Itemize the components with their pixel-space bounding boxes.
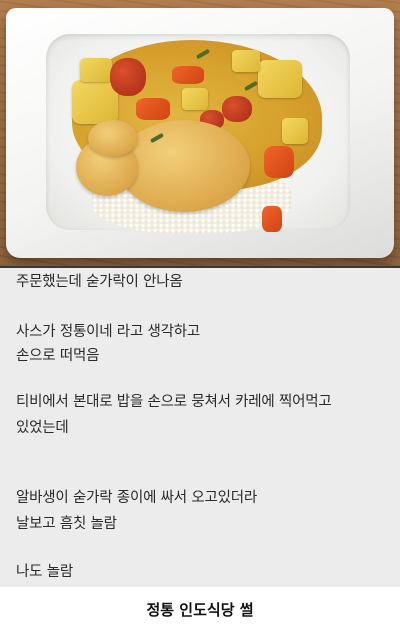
post-line: 알바생이 숟가락 종이에 싸서 오고있더라 — [16, 490, 258, 506]
potato-piece — [282, 118, 308, 144]
potato-piece — [258, 60, 302, 98]
post-line: 티비에서 본대로 밥을 손으로 뭉쳐서 카레에 찍어먹고 — [16, 394, 332, 410]
potato-piece — [80, 58, 112, 82]
carrot-piece — [172, 66, 204, 84]
tomato-piece — [222, 96, 252, 122]
post-line: 날보고 흠칫 놀람 — [16, 516, 117, 532]
post-line: 있었는데 — [16, 420, 69, 436]
potato-piece — [232, 50, 260, 72]
tomato-piece — [110, 58, 146, 96]
carrot-piece — [262, 206, 282, 232]
post-line: 주문했는데 숟가락이 안나옴 — [16, 274, 183, 290]
post-line: 나도 놀람 — [16, 564, 73, 580]
curry-photo — [0, 0, 400, 266]
chicken-piece — [88, 120, 138, 156]
carrot-piece — [264, 146, 294, 178]
post-line: 손으로 떠먹음 — [16, 348, 100, 364]
carrot-piece — [136, 98, 170, 120]
caption-title: 정통 인도식당 썰 — [146, 601, 254, 619]
post-line: 사스가 정통이네 라고 생각하고 — [16, 324, 201, 340]
potato-piece — [182, 88, 208, 110]
